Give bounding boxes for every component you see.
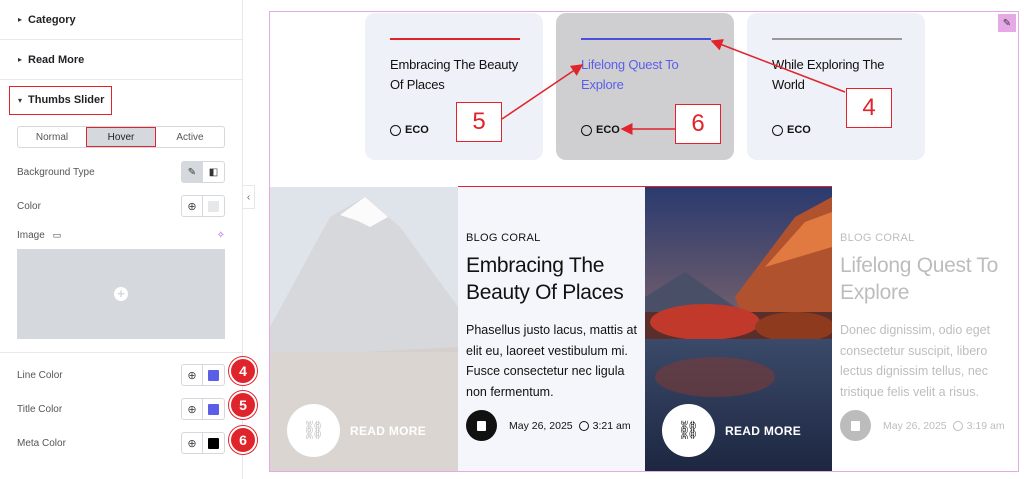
color-row: Color ⊕: [17, 195, 225, 217]
link-icon: ⛓: [287, 404, 340, 457]
step-badge-6: 6: [229, 426, 257, 454]
slide-date: May 26, 2025: [883, 419, 947, 432]
color-picker[interactable]: [203, 195, 225, 217]
divider: [0, 352, 243, 353]
slide-title[interactable]: Embracing The Beauty Of Places: [466, 252, 637, 306]
caret-right-icon: ▸: [18, 15, 23, 24]
image-label: Image: [17, 229, 45, 241]
slide-image-lake: ⛓ READ MORE: [645, 187, 832, 471]
globe-icon[interactable]: ⊕: [181, 195, 203, 217]
arrow-4: [710, 39, 846, 93]
slide-date: May 26, 2025: [509, 419, 573, 432]
caret-right-icon: ▸: [18, 55, 23, 64]
desktop-icon[interactable]: ▭: [53, 230, 217, 241]
clock-icon: [578, 420, 589, 431]
section-label: Category: [28, 13, 76, 26]
step-badge-4: 4: [229, 357, 257, 385]
ai-sparkle-icon[interactable]: ✧: [217, 230, 225, 241]
title-color-swatch: [208, 403, 219, 415]
calendar-icon: [466, 410, 497, 441]
step-badge-5: 5: [229, 391, 257, 419]
line-color-picker[interactable]: [203, 364, 225, 386]
plus-icon: +: [114, 287, 128, 301]
tab-hover[interactable]: Hover: [86, 127, 156, 147]
read-more-text: READ MORE: [725, 423, 802, 438]
meta-color-swatch: [208, 437, 219, 449]
background-type-row: Background Type ✎ ◧: [17, 161, 225, 183]
state-tabs: Normal Hover Active: [17, 126, 225, 148]
slide-content: BLOG CORAL Lifelong Quest To Explore Don…: [832, 187, 1018, 471]
read-more-text: READ MORE: [350, 423, 427, 438]
title-color-row: Title Color ⊕: [17, 398, 225, 420]
globe-icon[interactable]: ⊕: [181, 398, 203, 420]
slide-excerpt: Phasellus justo lacus, mattis at elit eu…: [466, 323, 637, 399]
title-color-label: Title Color: [17, 403, 63, 415]
background-type-label: Background Type: [17, 166, 95, 178]
image-dropzone[interactable]: +: [17, 249, 225, 339]
slide-time: 3:19 am: [966, 419, 1005, 432]
globe-icon[interactable]: ⊕: [181, 364, 203, 386]
line-color-swatch: [208, 369, 219, 381]
section-category[interactable]: ▸ Category: [0, 0, 243, 40]
slide-category[interactable]: BLOG CORAL: [466, 232, 637, 244]
slide-title[interactable]: Lifelong Quest To Explore: [840, 252, 1011, 306]
slide-category[interactable]: BLOG CORAL: [840, 232, 1011, 244]
gradient-icon[interactable]: ◧: [203, 161, 225, 183]
slide-image-mountain: ⛓ READ MORE: [270, 187, 458, 471]
meta-color-picker[interactable]: [203, 432, 225, 454]
meta-color-label: Meta Color: [17, 437, 66, 449]
slide-excerpt: Donec dignissim, odio eget consectetur s…: [840, 323, 991, 399]
highlight-box: [9, 86, 112, 115]
read-more-link[interactable]: ⛓ READ MORE: [662, 404, 801, 457]
callout-5: 5: [456, 102, 502, 142]
globe-icon[interactable]: ⊕: [181, 432, 203, 454]
annotation-arrows: [501, 39, 846, 135]
preview-canvas: ✎ Embracing The Beauty Of Places ECO Lif…: [269, 11, 1019, 472]
callout-6: 6: [675, 104, 721, 144]
line-color-row: Line Color ⊕: [17, 364, 225, 386]
brush-icon[interactable]: ✎: [181, 161, 203, 183]
meta-color-row: Meta Color ⊕: [17, 432, 225, 454]
title-color-picker[interactable]: [203, 398, 225, 420]
section-read-more[interactable]: ▸ Read More: [0, 40, 243, 80]
slide-time: 3:21 am: [592, 419, 631, 432]
clock-icon: [952, 420, 963, 431]
calendar-icon: [840, 410, 871, 441]
tab-normal[interactable]: Normal: [18, 127, 86, 147]
tab-active[interactable]: Active: [156, 127, 224, 147]
line-color-label: Line Color: [17, 369, 63, 381]
read-more-link[interactable]: ⛓ READ MORE: [287, 404, 426, 457]
color-swatch: [208, 200, 219, 212]
collapse-panel-button[interactable]: ‹: [243, 185, 255, 209]
arrow-5: [501, 64, 584, 120]
image-row: Image ▭ ✧: [17, 224, 225, 246]
link-icon: ⛓: [662, 404, 715, 457]
color-label: Color: [17, 200, 41, 212]
slide-meta: May 26, 2025 3:21 am: [466, 410, 631, 441]
settings-panel: ▸ Category ▸ Read More ▾ Thumbs Slider N…: [0, 0, 257, 479]
callout-4: 4: [846, 88, 892, 128]
slide-meta: May 26, 2025 3:19 am: [840, 410, 1005, 441]
section-label: Read More: [28, 53, 85, 66]
slide-content: BLOG CORAL Embracing The Beauty Of Place…: [458, 187, 645, 471]
